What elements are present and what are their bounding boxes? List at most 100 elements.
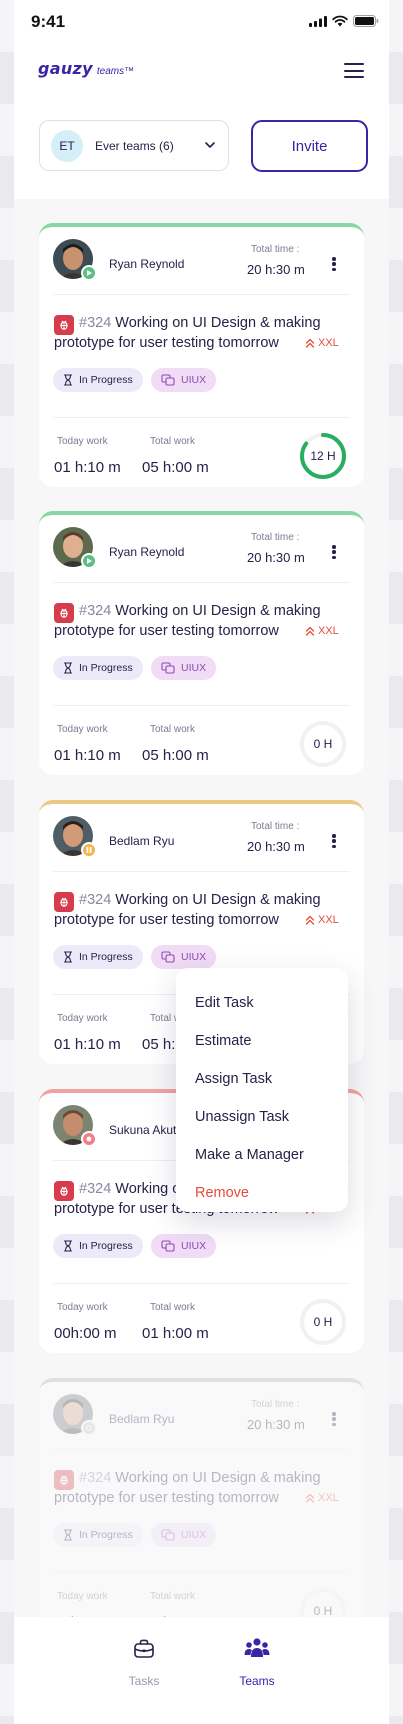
divider: [53, 1283, 350, 1284]
label-pill[interactable]: UIUX: [151, 1234, 217, 1258]
timer-ring[interactable]: 0 H: [299, 1298, 347, 1346]
task-size: XXL: [305, 914, 339, 926]
today-work-value: 00h:00 m: [54, 1325, 117, 1342]
label-pill[interactable]: UIUX: [151, 656, 217, 680]
task-title-continued[interactable]: prototype for user testing tomorrow: [54, 623, 279, 639]
status-pill[interactable]: In Progress: [53, 656, 143, 680]
timer-ring[interactable]: 12 H: [299, 432, 347, 480]
hourglass-icon: [63, 1240, 73, 1252]
member-name: Bedlam Ryu: [109, 1412, 175, 1426]
menu-item-make-manager[interactable]: Make a Manager: [195, 1147, 304, 1163]
label-pill-text: UIUX: [181, 1529, 207, 1541]
divider: [53, 1449, 350, 1450]
total-time-label: Total time :: [251, 532, 300, 543]
task-title-continued[interactable]: prototype for user testing tomorrow: [54, 1490, 279, 1506]
task-title-continued[interactable]: prototype for user testing tomorrow: [54, 912, 279, 928]
hamburger-menu-icon[interactable]: [344, 63, 364, 78]
task-title[interactable]: #324 Working on UI Design & making: [79, 315, 321, 331]
design-label-icon: [161, 1529, 175, 1541]
app-logo[interactable]: gauzy teams™: [38, 59, 134, 78]
today-work-label: Today work: [57, 1591, 108, 1602]
member-avatar-wrap: [53, 1105, 97, 1147]
timer-ring-label: 0 H: [313, 1315, 333, 1329]
total-time-value: 20 h:30 m: [247, 550, 305, 565]
total-work-value: 05 h:00 m: [142, 747, 209, 764]
status-pill-label: In Progress: [79, 662, 133, 674]
today-work-label: Today work: [57, 1013, 108, 1024]
status-pill-label: In Progress: [79, 374, 133, 386]
briefcase-icon: [134, 1639, 154, 1658]
label-pill[interactable]: UIUX: [151, 945, 217, 969]
task-number: #324: [79, 1470, 112, 1486]
status-pill[interactable]: In Progress: [53, 1523, 143, 1547]
today-work-value: 01 h:10 m: [54, 747, 121, 764]
divider: [53, 417, 350, 418]
task-title-part: Working on UI Design & making: [111, 1470, 321, 1486]
member-avatar-wrap: [53, 1394, 97, 1436]
nav-tab-teams-label: Teams: [239, 1674, 275, 1688]
bug-icon: [54, 315, 74, 335]
member-card[interactable]: Ryan Reynold Total time : 20 h:30 m #324…: [39, 223, 364, 487]
total-time-label: Total time :: [251, 244, 300, 255]
timer-ring[interactable]: 0 H: [299, 720, 347, 768]
menu-item-unassign-task[interactable]: Unassign Task: [195, 1109, 289, 1125]
menu-item-remove[interactable]: Remove: [195, 1185, 249, 1201]
total-work-label: Total work: [150, 1591, 196, 1602]
hourglass-icon: [63, 374, 73, 386]
more-options-icon[interactable]: [332, 834, 336, 848]
label-pill-text: UIUX: [181, 662, 207, 674]
label-pill[interactable]: UIUX: [151, 1523, 217, 1547]
status-pill[interactable]: In Progress: [53, 945, 143, 969]
priority-up-icon: [305, 915, 315, 925]
task-title[interactable]: #324 Working on UI Design & making: [79, 603, 321, 619]
total-time-value: 20 h:30 m: [247, 839, 305, 854]
task-size-label: XXL: [318, 625, 339, 637]
divider: [53, 1572, 350, 1573]
divider: [53, 294, 350, 295]
app-header: gauzy teams™ ET Ever teams (6) Invite: [14, 44, 389, 199]
status-pill[interactable]: In Progress: [53, 368, 143, 392]
label-pill[interactable]: UIUX: [151, 368, 217, 392]
nav-tab-tasks[interactable]: Tasks: [104, 1637, 184, 1688]
today-work-value: 01 h:10 m: [54, 459, 121, 476]
design-label-icon: [161, 951, 175, 963]
status-pill-label: In Progress: [79, 1240, 133, 1252]
team-avatar: ET: [51, 129, 83, 162]
status-dot-play-icon: [81, 265, 97, 281]
bug-icon: [54, 1470, 74, 1490]
member-avatar-wrap: [53, 527, 97, 569]
more-options-icon[interactable]: [332, 545, 336, 559]
task-title-continued[interactable]: prototype for user testing tomorrow: [54, 335, 279, 351]
timer-ring-label: 12 H: [310, 449, 336, 463]
task-title[interactable]: #324 Working on UI Design & making: [79, 892, 321, 908]
member-card[interactable]: Bedlam Ryu Total time : 20 h:30 m #324 W…: [39, 1378, 364, 1642]
design-label-icon: [161, 662, 175, 674]
member-card[interactable]: Ryan Reynold Total time : 20 h:30 m #324…: [39, 511, 364, 775]
nav-tab-teams[interactable]: Teams: [217, 1637, 297, 1688]
task-number: #324: [79, 603, 112, 619]
status-icons: [309, 15, 379, 27]
today-work-value: 01 h:10 m: [54, 1036, 121, 1053]
status-pill[interactable]: In Progress: [53, 1234, 143, 1258]
task-title[interactable]: #324 Working on UI Design & making: [79, 1470, 321, 1486]
hourglass-icon: [63, 662, 73, 674]
team-selector[interactable]: ET Ever teams (6): [39, 120, 229, 171]
menu-item-edit-task[interactable]: Edit Task: [195, 995, 254, 1011]
invite-button[interactable]: Invite: [251, 120, 368, 172]
member-name: Ryan Reynold: [109, 545, 185, 559]
bottom-nav: Tasks Teams: [14, 1617, 389, 1724]
design-label-icon: [161, 374, 175, 386]
task-options-menu: Edit Task Estimate Assign Task Unassign …: [176, 968, 348, 1212]
menu-item-assign-task[interactable]: Assign Task: [195, 1071, 272, 1087]
menu-item-estimate[interactable]: Estimate: [195, 1033, 251, 1049]
more-options-icon[interactable]: [332, 1412, 336, 1426]
team-name: Ever teams (6): [95, 138, 174, 153]
status-dot-play-icon: [81, 553, 97, 569]
priority-up-icon: [305, 626, 315, 636]
bug-icon: [54, 603, 74, 623]
total-time-label: Total time :: [251, 1399, 300, 1410]
task-title-part: Working on UI Design & making: [111, 892, 321, 908]
more-options-icon[interactable]: [332, 257, 336, 271]
total-time-value: 20 h:30 m: [247, 1417, 305, 1432]
chevron-down-icon: [205, 142, 215, 148]
